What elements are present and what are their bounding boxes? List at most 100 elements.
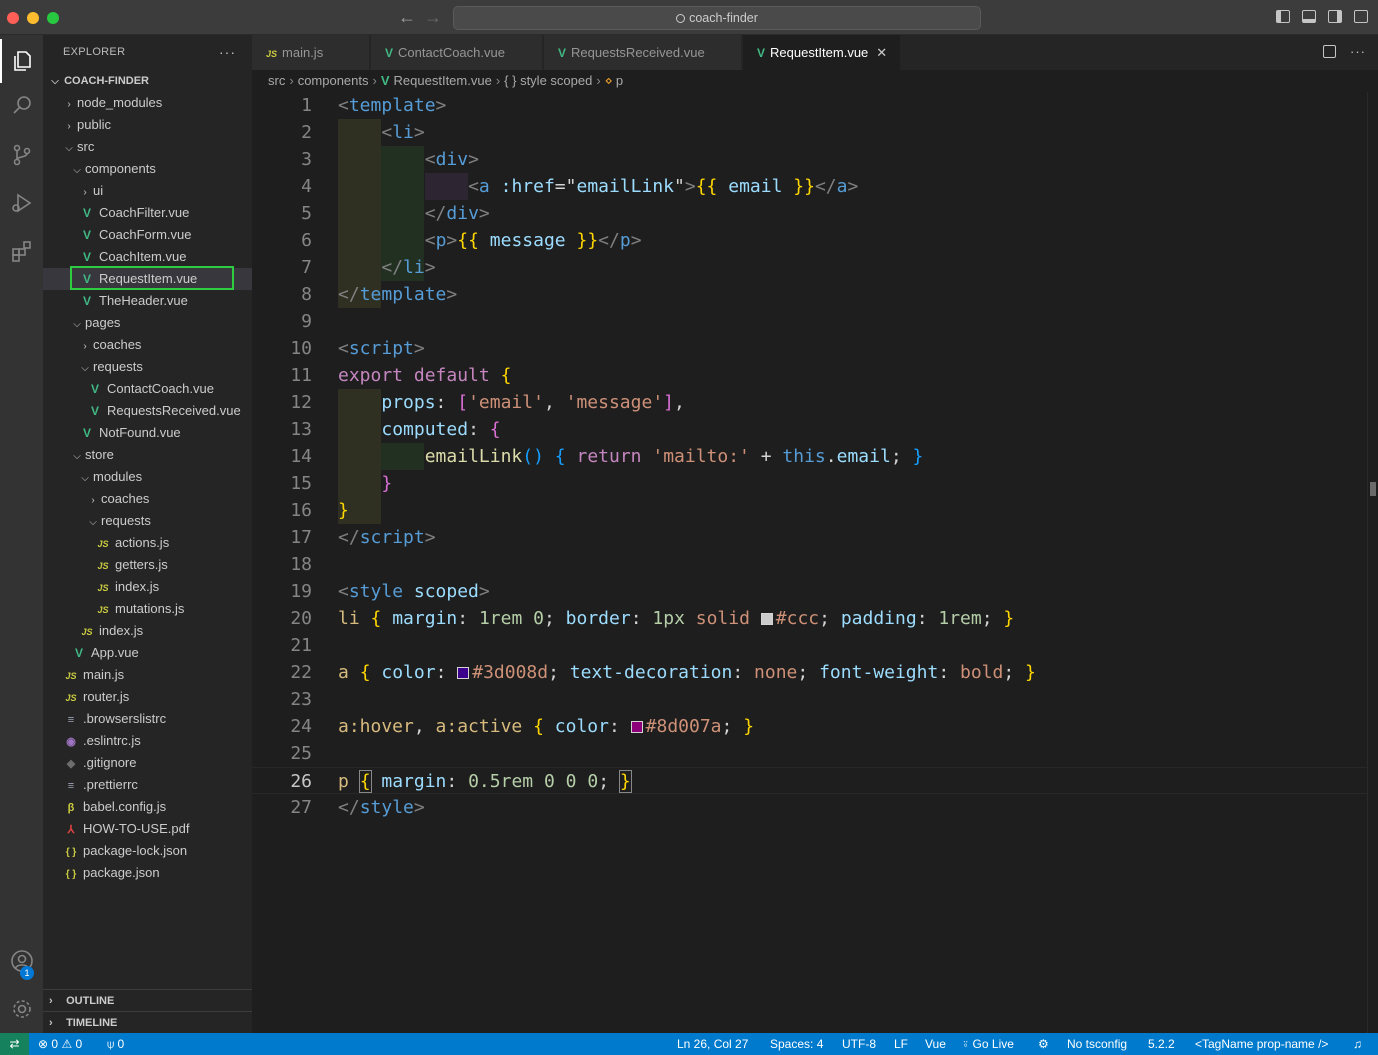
tree-item-label: index.js [115,579,160,594]
code-editor[interactable]: 1 <template> 2 <li> 3 <div> 4 <a :href="emailLi… [252,92,1378,1033]
breadcrumb-file[interactable]: RequestItem.vue [394,73,492,88]
chevron-right-icon: › [49,1017,53,1029]
color-swatch[interactable] [630,721,643,733]
tree-file[interactable]: V CoachForm.vue [43,224,252,246]
scrollbar-thumb[interactable] [1370,482,1376,496]
tree-file[interactable]: JS main.js [43,664,252,686]
accounts-icon[interactable]: 1 [0,939,43,983]
ports-indicator[interactable]: ⍦ 0 [107,1033,124,1055]
encoding-setting[interactable]: UTF-8 [842,1033,876,1055]
tree-folder[interactable]: › coaches [43,488,252,510]
tree-folder[interactable]: › ui [43,180,252,202]
tree-file[interactable]: ≡ .browserslistrc [43,708,252,730]
tree-folder[interactable]: › node_modules [43,92,252,114]
split-editor-icon[interactable] [1323,45,1336,58]
code-token: < [338,581,349,602]
tree-file[interactable]: ◆ .gitignore [43,752,252,774]
code-token: </ [338,284,360,305]
forward-arrow-icon[interactable]: → [424,8,442,26]
toggle-primary-sidebar-icon[interactable] [1276,10,1290,23]
customize-layout-icon[interactable] [1354,10,1368,23]
editor-tab[interactable]: V ContactCoach.vue [371,35,543,70]
tree-file[interactable]: JS index.js [43,576,252,598]
close-window-button[interactable] [7,12,19,24]
code-line: 19 <style scoped> [252,578,1367,605]
editor-tab[interactable]: V RequestsReceived.vue [544,35,742,70]
code-line: 17 </script> [252,524,1367,551]
code-token: < [424,149,436,170]
tree-file[interactable]: JS index.js [43,620,252,642]
source-control-icon[interactable] [0,133,43,177]
indentation-setting[interactable]: Spaces: 4 [770,1033,823,1055]
tree-file[interactable]: JS router.js [43,686,252,708]
timeline-section[interactable]: › TIMELINE [43,1011,252,1033]
tree-file[interactable]: { } package.json [43,862,252,884]
tree-file[interactable]: V ContactCoach.vue [43,378,252,400]
back-arrow-icon[interactable]: ← [398,8,416,26]
editor-scrollbar[interactable] [1367,92,1378,1033]
tree-folder[interactable]: ⌵ requests [43,510,252,532]
tree-folder[interactable]: › public [43,114,252,136]
tree-folder[interactable]: ⌵ requests [43,356,252,378]
toggle-panel-icon[interactable] [1302,10,1316,23]
more-actions-icon[interactable]: ··· [1350,45,1366,58]
breadcrumb-components[interactable]: components [298,73,369,88]
breadcrumb-symbol[interactable]: p [616,73,623,88]
eol-setting[interactable]: LF [894,1033,908,1055]
tree-file[interactable]: { } package-lock.json [43,840,252,862]
cfg-file-icon: ≡ [67,780,75,792]
color-swatch[interactable] [760,613,773,625]
js-file-icon: JS [65,693,77,703]
chevron-right-icon: › [49,995,53,1007]
run-debug-icon[interactable] [0,181,43,225]
tree-file[interactable]: JS mutations.js [43,598,252,620]
tsconfig-status[interactable]: No tsconfig [1067,1033,1127,1055]
command-center-search[interactable]: coach-finder [453,6,981,30]
breadcrumb-style[interactable]: { } style scoped [504,73,592,88]
line-number: 10 [290,338,312,359]
search-view-icon[interactable] [0,83,43,127]
tree-folder[interactable]: ⌵ src [43,136,252,158]
tree-file[interactable]: β babel.config.js [43,796,252,818]
language-mode[interactable]: Vue [925,1033,946,1055]
editor-tab[interactable]: JS main.js [252,35,370,70]
tree-file[interactable]: V CoachItem.vue [43,246,252,268]
close-tab-icon[interactable]: ✕ [876,45,887,60]
minimize-window-button[interactable] [27,12,39,24]
toggle-secondary-sidebar-icon[interactable] [1328,10,1342,23]
explorer-more-actions-icon[interactable]: ··· [219,35,236,70]
explorer-icon[interactable] [0,39,43,83]
tree-file[interactable]: ◉ .eslintrc.js [43,730,252,752]
tree-folder[interactable]: › coaches [43,334,252,356]
problems-indicator[interactable]: ⊗ 0 ⚠ 0 [38,1033,82,1055]
tree-folder[interactable]: ⌵ store [43,444,252,466]
editor-tab[interactable]: V RequestItem.vue ✕ [743,35,901,70]
breadcrumb-src[interactable]: src [268,73,285,88]
outline-section[interactable]: › OUTLINE [43,989,252,1011]
typescript-version[interactable]: 5.2.2 [1148,1033,1175,1055]
tree-file[interactable]: ⅄ HOW-TO-USE.pdf [43,818,252,840]
extensions-icon[interactable] [0,229,43,273]
tree-file[interactable]: V TheHeader.vue [43,290,252,312]
tree-file[interactable]: V RequestsReceived.vue [43,400,252,422]
bracket-settings-icon[interactable]: ⚙ [1038,1033,1049,1055]
tree-file[interactable]: JS getters.js [43,554,252,576]
tree-folder[interactable]: ⌵ modules [43,466,252,488]
tree-root-folder[interactable]: ⌵ COACH-FINDER [43,70,252,92]
cursor-position[interactable]: Ln 26, Col 27 [677,1033,748,1055]
tree-folder[interactable]: ⌵ components [43,158,252,180]
notifications-bell-icon[interactable]: ♫ [1353,1033,1362,1055]
tree-file[interactable]: V App.vue [43,642,252,664]
maximize-window-button[interactable] [47,12,59,24]
tree-file[interactable]: V CoachFilter.vue [43,202,252,224]
tree-folder[interactable]: ⌵ pages [43,312,252,334]
tree-file[interactable]: V NotFound.vue [43,422,252,444]
manage-gear-icon[interactable] [0,987,43,1031]
remote-indicator-icon[interactable]: ⇄ [0,1033,29,1055]
tree-file[interactable]: ≡ .prettierrc [43,774,252,796]
color-swatch[interactable] [457,667,470,679]
tag-name-snippet[interactable]: <TagName prop-name /> [1195,1033,1328,1055]
tree-file[interactable]: JS actions.js [43,532,252,554]
go-live-button[interactable]: ⍤ Go Live [962,1033,1014,1055]
